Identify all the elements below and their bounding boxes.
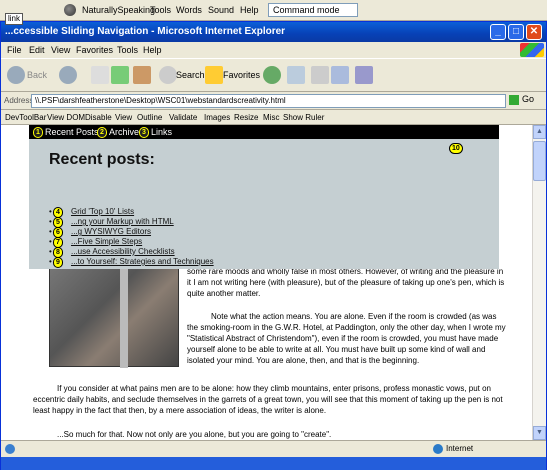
menu-favorites[interactable]: Favorites <box>76 45 113 55</box>
discuss-icon[interactable] <box>355 66 373 84</box>
security-zone: Internet <box>433 444 473 454</box>
ns-menu-sound[interactable]: Sound <box>208 5 234 15</box>
search-icon[interactable] <box>159 66 177 84</box>
sliding-nav-bar: 1 Recent Posts 2 Archives 3 Links <box>29 125 499 139</box>
devtool-view-dom[interactable]: View DOM <box>47 113 85 122</box>
nav-item-links[interactable]: Links <box>151 127 172 137</box>
favorites-star-icon[interactable] <box>205 66 223 84</box>
refresh-icon[interactable] <box>111 66 129 84</box>
nav-badge-3: 3 <box>139 127 149 138</box>
post-link[interactable]: 5...ng your Markup with HTML <box>49 217 214 228</box>
address-label: Address <box>4 96 34 105</box>
globe-icon <box>433 444 443 454</box>
dev-toolbar: DevToolBar View DOM Disable View Outline… <box>1 110 546 125</box>
ie-page-icon <box>5 444 15 454</box>
panel-heading: Recent posts: <box>49 151 155 168</box>
history-icon[interactable] <box>263 66 281 84</box>
ns-menu-tools[interactable]: Tools <box>150 5 171 15</box>
mode-indicator: Command mode <box>268 3 358 17</box>
go-button[interactable]: Go <box>509 94 543 108</box>
ns-menu-help[interactable]: Help <box>240 5 259 15</box>
recent-posts-list: 4Grid 'Top 10' Lists 5...ng your Markup … <box>49 207 214 268</box>
minimize-button[interactable]: _ <box>490 24 506 40</box>
page-content: 1 Recent Posts 2 Archives 3 Links Recent… <box>1 125 532 440</box>
print-icon[interactable] <box>311 66 329 84</box>
post-link-label: ...use Accessibility Checklists <box>71 247 175 256</box>
post-link-label: ...to Yourself: Strategies and Technique… <box>71 257 214 266</box>
recent-posts-panel: Recent posts: 10 4Grid 'Top 10' Lists 5.… <box>29 139 499 269</box>
article-photo <box>49 265 179 368</box>
nav-badge-1: 1 <box>33 127 43 138</box>
post-link-label: ...Five Simple Steps <box>71 237 143 246</box>
devtool-disable[interactable]: Disable <box>85 113 112 122</box>
menu-tools[interactable]: Tools <box>117 45 138 55</box>
panel-close-badge[interactable]: 10 <box>449 143 463 154</box>
ns-menu-words[interactable]: Words <box>176 5 202 15</box>
post-link-label: Grid 'Top 10' Lists <box>71 207 135 216</box>
scroll-thumb[interactable] <box>533 141 546 181</box>
stop-icon[interactable] <box>91 66 109 84</box>
scroll-up-icon[interactable]: ▲ <box>533 125 546 139</box>
naturallyspeaking-label[interactable]: NaturallySpeaking <box>82 5 155 15</box>
naturallyspeaking-bar: NaturallySpeaking Tools Words Sound Help… <box>0 0 547 21</box>
article-paragraph-4: ...So much for that. Now not only are yo… <box>57 430 332 439</box>
devtoolbar-label: DevToolBar <box>5 113 47 122</box>
taskbar <box>1 457 546 470</box>
devtool-images[interactable]: Images <box>204 113 230 122</box>
go-label: Go <box>522 94 535 104</box>
go-arrow-icon <box>509 94 519 105</box>
vertical-scrollbar[interactable]: ▲ ▼ <box>532 125 546 440</box>
favorites-button-label[interactable]: Favorites <box>223 70 260 80</box>
post-badge: 9 <box>53 257 63 268</box>
menu-bar: File Edit View Favorites Tools Help <box>1 42 546 58</box>
post-link[interactable]: 7...Five Simple Steps <box>49 237 214 248</box>
search-button-label[interactable]: Search <box>176 70 205 80</box>
window-title: ...ccessible Sliding Navigation - Micros… <box>5 26 286 37</box>
back-button-label[interactable]: Back <box>27 70 47 80</box>
devtool-validate[interactable]: Validate <box>169 113 197 122</box>
post-link[interactable]: 4Grid 'Top 10' Lists <box>49 207 214 218</box>
standard-toolbar: Back Search Favorites <box>1 58 546 92</box>
article-paragraph-1: some rare moods and wholly false in most… <box>187 267 505 298</box>
maximize-button[interactable]: □ <box>508 24 524 40</box>
forward-arrow-icon[interactable] <box>59 66 77 84</box>
scroll-down-icon[interactable]: ▼ <box>533 426 546 440</box>
back-arrow-icon[interactable] <box>7 66 25 84</box>
windows-logo-icon <box>520 43 544 57</box>
post-link-label: ...g WYSIWYG Editors <box>71 227 152 236</box>
devtool-show-ruler[interactable]: Show Ruler <box>283 113 324 122</box>
edit-icon[interactable] <box>331 66 349 84</box>
article-paragraph-2a: Note what the action means. You are alon… <box>187 312 506 365</box>
mail-icon[interactable] <box>287 66 305 84</box>
nav-item-recent-posts[interactable]: Recent Posts <box>45 127 99 137</box>
close-button[interactable]: ✕ <box>526 24 542 40</box>
post-link-label: ...ng your Markup with HTML <box>71 217 174 226</box>
address-bar: Address \\.PSF\darshfeatherstone\Desktop… <box>1 92 546 110</box>
microphone-icon[interactable] <box>64 4 76 16</box>
nav-badge-2: 2 <box>97 127 107 138</box>
menu-help[interactable]: Help <box>143 45 162 55</box>
article-paragraph-3: If you consider at what pains men are to… <box>33 384 503 415</box>
home-icon[interactable] <box>133 66 151 84</box>
link-tooltip: link <box>5 13 24 25</box>
title-bar[interactable]: ...ccessible Sliding Navigation - Micros… <box>1 22 546 42</box>
devtool-outline[interactable]: Outline <box>137 113 162 122</box>
address-input[interactable]: \\.PSF\darshfeatherstone\Desktop\WSC01\w… <box>31 94 506 108</box>
zone-label: Internet <box>446 444 474 454</box>
status-bar: Internet <box>1 440 546 457</box>
devtool-resize[interactable]: Resize <box>234 113 258 122</box>
ie-window: ...ccessible Sliding Navigation - Micros… <box>0 21 547 470</box>
menu-view[interactable]: View <box>51 45 70 55</box>
menu-file[interactable]: File <box>7 45 22 55</box>
post-link[interactable]: 6...g WYSIWYG Editors <box>49 227 214 238</box>
menu-edit[interactable]: Edit <box>29 45 45 55</box>
post-link[interactable]: 9 ...to Yourself: Strategies and Techniqu… <box>49 257 214 268</box>
post-link[interactable]: 8...use Accessibility Checklists <box>49 247 214 258</box>
devtool-view[interactable]: View <box>115 113 132 122</box>
devtool-misc[interactable]: Misc <box>263 113 279 122</box>
